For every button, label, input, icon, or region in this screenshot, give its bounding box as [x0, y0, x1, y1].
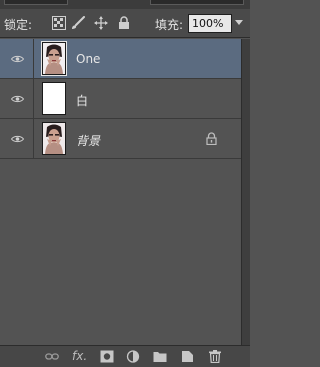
lock-transparent-pixels-icon[interactable] [52, 16, 66, 30]
blend-mode-dropdown-partial[interactable] [4, 0, 68, 5]
layer-name[interactable]: 背景 [76, 132, 100, 149]
eye-icon [11, 135, 24, 143]
new-layer-icon[interactable] [181, 350, 195, 363]
top-strip [0, 0, 250, 9]
layer-name[interactable]: One [76, 52, 100, 66]
fill-input[interactable]: 100% [188, 14, 232, 33]
layers-list: One 白 背景 [0, 39, 241, 345]
eye-icon [11, 95, 24, 103]
link-layers-icon[interactable] [45, 350, 59, 363]
portrait-thumbnail [41, 41, 67, 76]
add-mask-icon[interactable] [100, 350, 114, 363]
lock-position-icon[interactable] [94, 16, 108, 30]
lock-all-icon[interactable] [118, 16, 132, 30]
white-fill-thumbnail [42, 82, 66, 115]
lock-bar: 锁定: 填充: 100% [0, 9, 250, 38]
portrait-thumbnail [42, 122, 66, 155]
lock-label: 锁定: [4, 18, 33, 32]
new-group-folder-icon[interactable] [153, 350, 167, 363]
layers-scrollbar[interactable] [241, 39, 250, 345]
fill-dropdown-arrow-icon[interactable] [235, 20, 243, 25]
layer-row-white[interactable]: 白 [0, 79, 241, 119]
adjustment-layer-icon[interactable] [126, 350, 140, 363]
layers-bottom-bar: fx. [0, 345, 250, 367]
layer-lock-icon [206, 132, 217, 146]
delete-layer-trash-icon[interactable] [208, 350, 222, 364]
layer-name[interactable]: 白 [76, 92, 88, 109]
lock-image-pixels-icon[interactable] [70, 16, 85, 30]
visibility-toggle[interactable] [0, 39, 34, 79]
opacity-field-partial[interactable] [150, 0, 244, 5]
layer-row-background[interactable]: 背景 [0, 119, 241, 159]
fill-label: 填充: [155, 18, 184, 32]
layer-style-fx-icon[interactable]: fx. [72, 349, 90, 363]
layer-row-one[interactable]: One [0, 39, 241, 79]
visibility-toggle[interactable] [0, 119, 34, 159]
eye-icon [11, 55, 24, 63]
visibility-toggle[interactable] [0, 79, 34, 119]
